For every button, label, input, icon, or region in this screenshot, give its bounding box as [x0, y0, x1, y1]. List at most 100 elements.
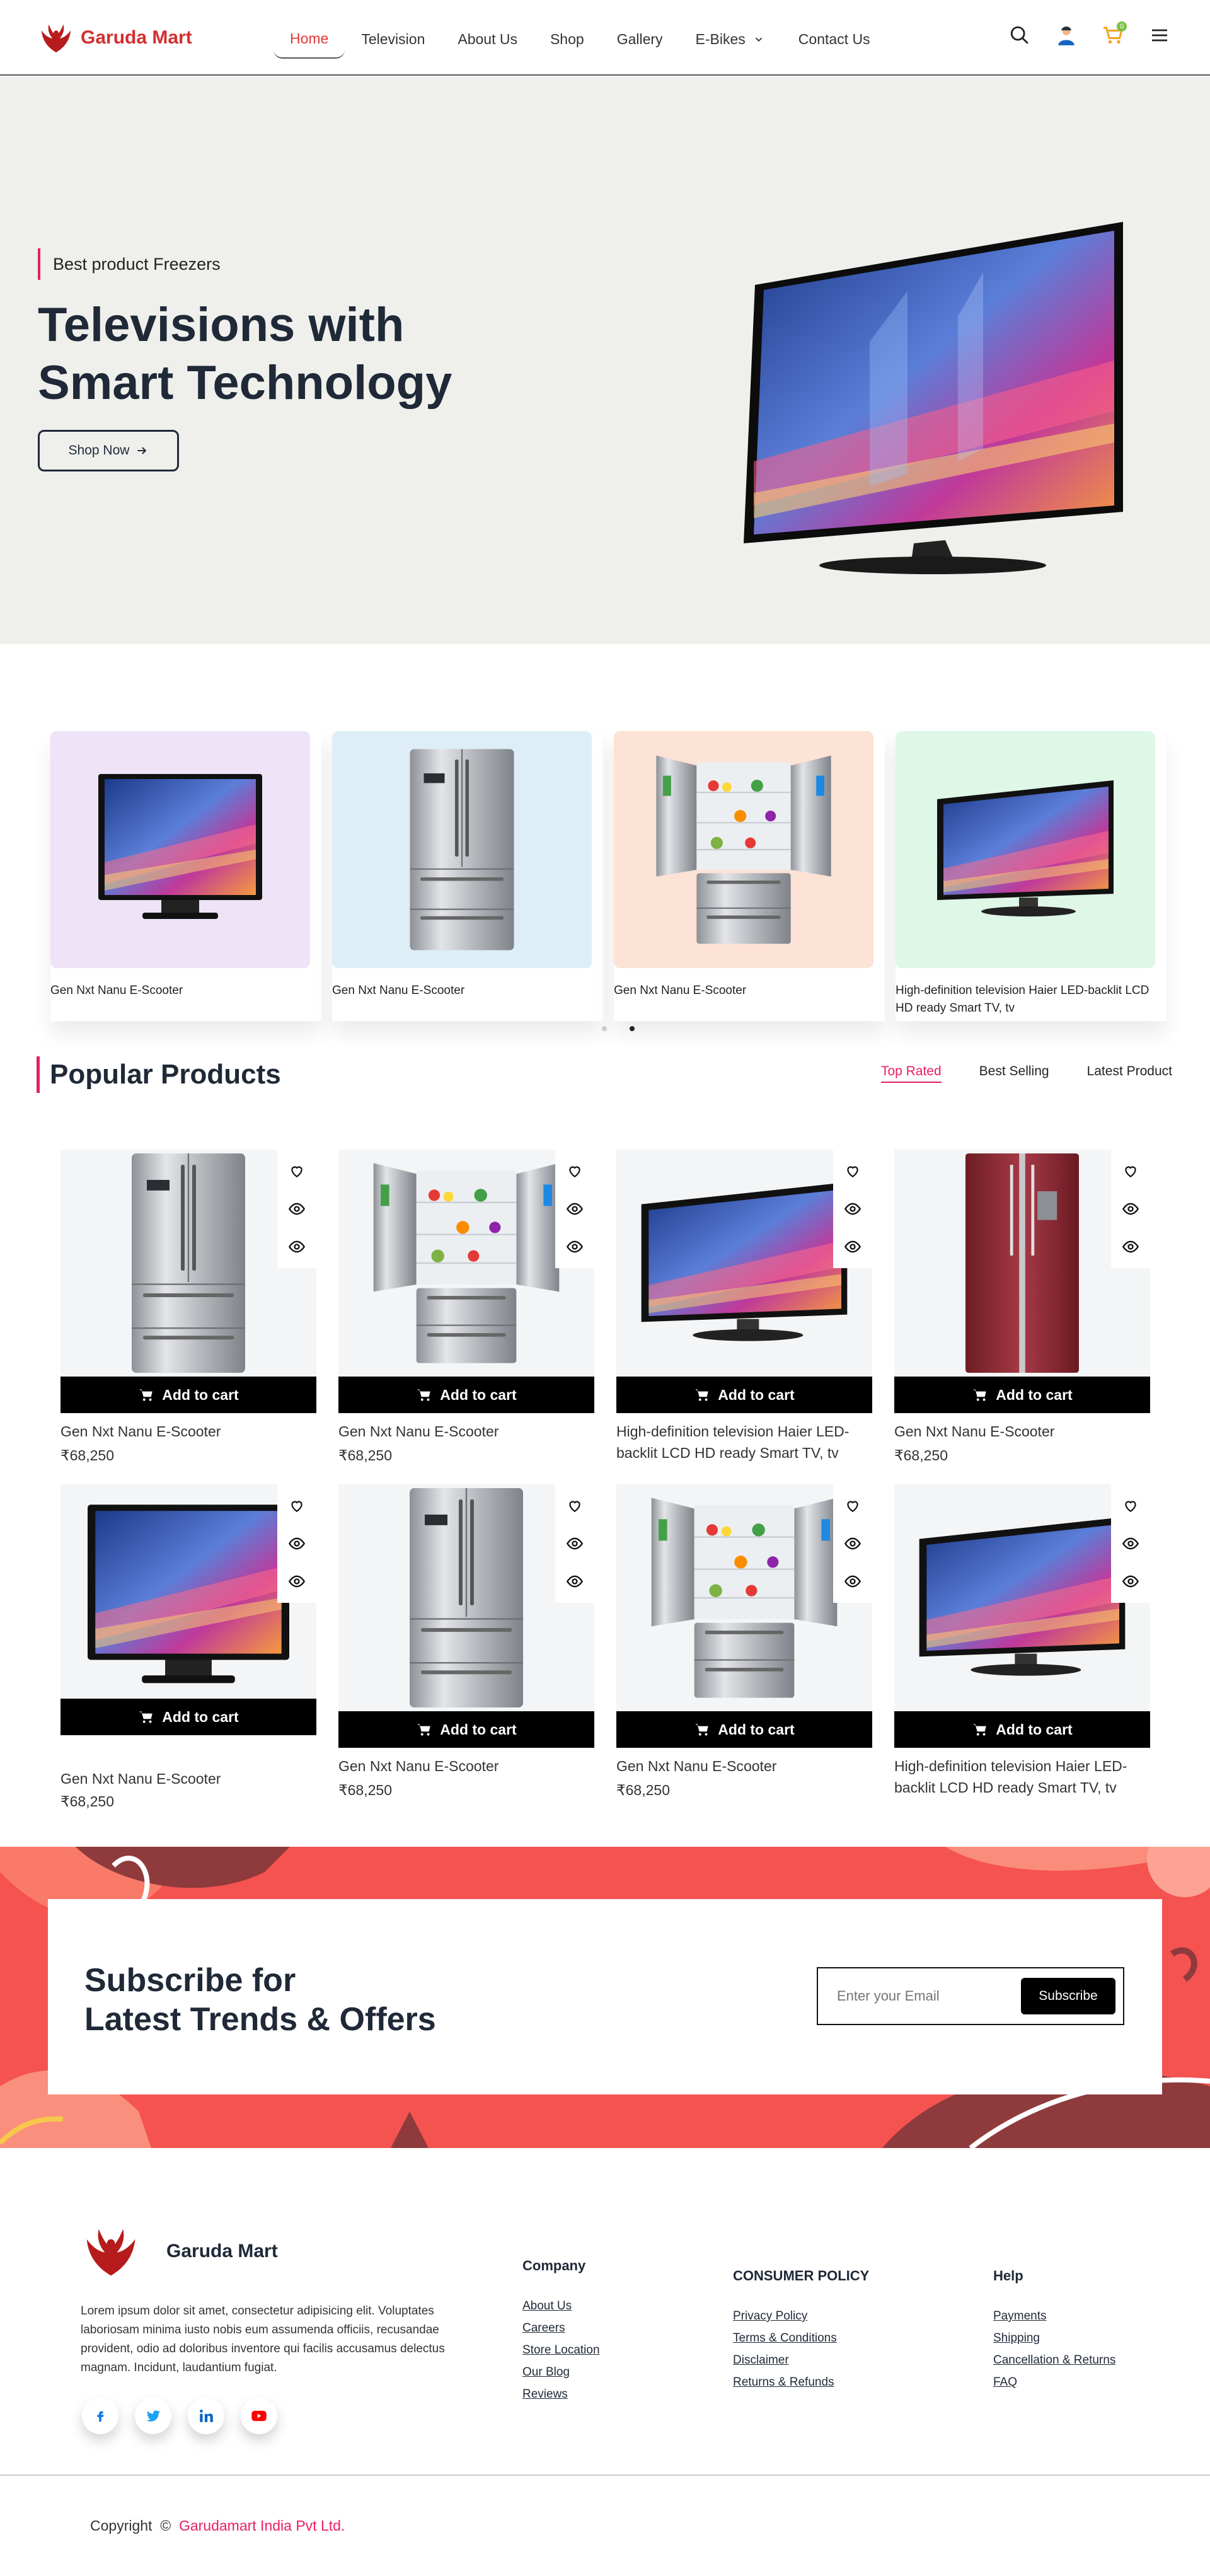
heart-icon[interactable]	[844, 1162, 861, 1180]
carousel-card-image	[896, 731, 1155, 968]
product-card[interactable]: Add to cart Gen Nxt Nanu E-Scooter ₹68,250	[894, 1150, 1150, 1477]
tab-top-rated[interactable]: Top Rated	[880, 1064, 942, 1083]
footer-link-our-blog[interactable]: Our Blog	[522, 2365, 600, 2379]
twitter-icon[interactable]	[135, 2398, 171, 2434]
add-to-cart-button[interactable]: Add to cart	[616, 1711, 872, 1748]
product-price: ₹68,250	[894, 1447, 948, 1464]
nav-shop[interactable]: Shop	[534, 21, 601, 58]
add-to-cart-button[interactable]: Add to cart	[338, 1377, 594, 1413]
carousel-card[interactable]: High-definition television Haier LED-bac…	[896, 731, 1167, 1021]
add-to-cart-button[interactable]: Add to cart	[60, 1377, 316, 1413]
eye-icon[interactable]	[1122, 1200, 1139, 1218]
tab-best-selling[interactable]: Best Selling	[979, 1064, 1049, 1083]
product-card[interactable]: Add to cart Gen Nxt Nanu E-Scooter ₹68,250	[338, 1484, 594, 1812]
nav-home[interactable]: Home	[274, 20, 345, 59]
product-name[interactable]: Gen Nxt Nanu E-Scooter	[60, 1768, 316, 1789]
footer-link-cancellation[interactable]: Cancellation & Returns	[993, 2354, 1115, 2367]
eye-icon[interactable]	[288, 1535, 306, 1552]
carousel-dots	[602, 1026, 635, 1031]
nav-e-bikes[interactable]: E-Bikes	[679, 21, 782, 58]
nav-gallery[interactable]: Gallery	[601, 21, 679, 58]
subscribe-button[interactable]: Subscribe	[1021, 1978, 1115, 2014]
product-name[interactable]: Gen Nxt Nanu E-Scooter	[60, 1421, 316, 1442]
product-actions	[1111, 1150, 1150, 1268]
add-to-cart-label: Add to cart	[440, 1721, 517, 1738]
footer-brand-name: Garuda Mart	[166, 2241, 278, 2261]
eye-icon[interactable]	[1122, 1238, 1139, 1256]
email-input[interactable]	[837, 1988, 1021, 2004]
heart-icon[interactable]	[844, 1497, 861, 1515]
add-to-cart-button[interactable]: Add to cart	[894, 1711, 1150, 1748]
product-card[interactable]: Add to cart Gen Nxt Nanu E-Scooter ₹68,250	[616, 1484, 872, 1812]
user-icon[interactable]	[1054, 23, 1079, 48]
add-to-cart-button[interactable]: Add to cart	[60, 1699, 316, 1735]
add-to-cart-button[interactable]: Add to cart	[338, 1711, 594, 1748]
product-name[interactable]: High-definition television Haier LED-bac…	[616, 1421, 872, 1464]
eye-icon[interactable]	[288, 1238, 306, 1256]
facebook-icon[interactable]	[82, 2398, 118, 2434]
product-card[interactable]: Add to cart High-definition television Ha…	[894, 1484, 1150, 1812]
carousel-card[interactable]: Gen Nxt Nanu E-Scooter	[332, 731, 603, 1021]
eye-icon[interactable]	[566, 1573, 584, 1590]
heart-icon[interactable]	[288, 1497, 306, 1515]
add-to-cart-button[interactable]: Add to cart	[894, 1377, 1150, 1413]
eye-icon[interactable]	[844, 1535, 861, 1552]
footer-link-reviews[interactable]: Reviews	[522, 2388, 600, 2401]
footer-link-disclaimer[interactable]: Disclaimer	[733, 2354, 869, 2367]
carousel-card[interactable]: Gen Nxt Nanu E-Scooter	[614, 731, 885, 1021]
shop-now-button[interactable]: Shop Now	[38, 430, 179, 471]
add-to-cart-button[interactable]: Add to cart	[616, 1377, 872, 1413]
youtube-icon[interactable]	[241, 2398, 277, 2434]
eye-icon[interactable]	[566, 1200, 584, 1218]
product-card[interactable]: Add to cart High-definition television Ha…	[616, 1150, 872, 1477]
footer-link-shipping[interactable]: Shipping	[993, 2331, 1115, 2345]
product-card[interactable]: Add to cart Gen Nxt Nanu E-Scooter ₹68,250	[338, 1150, 594, 1477]
footer-link-payments[interactable]: Payments	[993, 2309, 1115, 2323]
eye-icon[interactable]	[288, 1573, 306, 1590]
heart-icon[interactable]	[1122, 1162, 1139, 1180]
company-link[interactable]: Garudamart India Pvt Ltd.	[179, 2517, 345, 2534]
eye-icon[interactable]	[566, 1535, 584, 1552]
brand-logo[interactable]: Garuda Mart	[38, 18, 192, 58]
heart-icon[interactable]	[288, 1162, 306, 1180]
eye-icon[interactable]	[844, 1573, 861, 1590]
eye-icon[interactable]	[288, 1200, 306, 1218]
linkedin-icon[interactable]	[188, 2398, 224, 2434]
cart-icon[interactable]: 0	[1100, 21, 1127, 48]
carousel-dot[interactable]	[602, 1026, 607, 1031]
product-name[interactable]: Gen Nxt Nanu E-Scooter	[338, 1421, 594, 1442]
heart-icon[interactable]	[1122, 1497, 1139, 1515]
heart-icon[interactable]	[566, 1162, 584, 1180]
footer-link-careers[interactable]: Careers	[522, 2321, 600, 2335]
nav-television[interactable]: Television	[345, 21, 441, 58]
heart-icon[interactable]	[566, 1497, 584, 1515]
eye-icon[interactable]	[1122, 1535, 1139, 1552]
eye-icon[interactable]	[1122, 1573, 1139, 1590]
product-name[interactable]: High-definition television Haier LED-bac…	[894, 1755, 1150, 1798]
product-name[interactable]: Gen Nxt Nanu E-Scooter	[338, 1755, 594, 1777]
footer-link-store-location[interactable]: Store Location	[522, 2343, 600, 2357]
product-card[interactable]: Add to cart Gen Nxt Nanu E-Scooter ₹68,250	[60, 1484, 316, 1812]
carousel-dot-active[interactable]	[630, 1026, 635, 1031]
product-name[interactable]: Gen Nxt Nanu E-Scooter	[616, 1755, 872, 1777]
footer-brand[interactable]: Garuda Mart	[81, 2221, 278, 2282]
footer-link-privacy-policy[interactable]: Privacy Policy	[733, 2309, 869, 2323]
nav-about-us[interactable]: About Us	[441, 21, 534, 58]
tab-latest-product[interactable]: Latest Product	[1087, 1064, 1172, 1083]
footer-link-returns-refunds[interactable]: Returns & Refunds	[733, 2376, 869, 2389]
nav-contact-us[interactable]: Contact Us	[782, 21, 887, 58]
footer-link-about-us[interactable]: About Us	[522, 2299, 600, 2313]
product-actions	[277, 1484, 316, 1603]
product-name[interactable]: Gen Nxt Nanu E-Scooter	[894, 1421, 1150, 1442]
carousel-card[interactable]: Gen Nxt Nanu E-Scooter	[50, 731, 321, 1021]
footer-link-faq[interactable]: FAQ	[993, 2376, 1115, 2389]
search-icon[interactable]	[1007, 23, 1032, 48]
footer-link-terms[interactable]: Terms & Conditions	[733, 2331, 869, 2345]
footer-about-text: Lorem ipsum dolor sit amet, consectetur …	[81, 2304, 445, 2374]
footer-policy-column: CONSUMER POLICY Privacy Policy Terms & C…	[733, 2268, 869, 2398]
eye-icon[interactable]	[566, 1238, 584, 1256]
eye-icon[interactable]	[844, 1200, 861, 1218]
menu-icon[interactable]	[1147, 23, 1172, 48]
product-card[interactable]: Add to cart Gen Nxt Nanu E-Scooter ₹68,250	[60, 1150, 316, 1477]
eye-icon[interactable]	[844, 1238, 861, 1256]
